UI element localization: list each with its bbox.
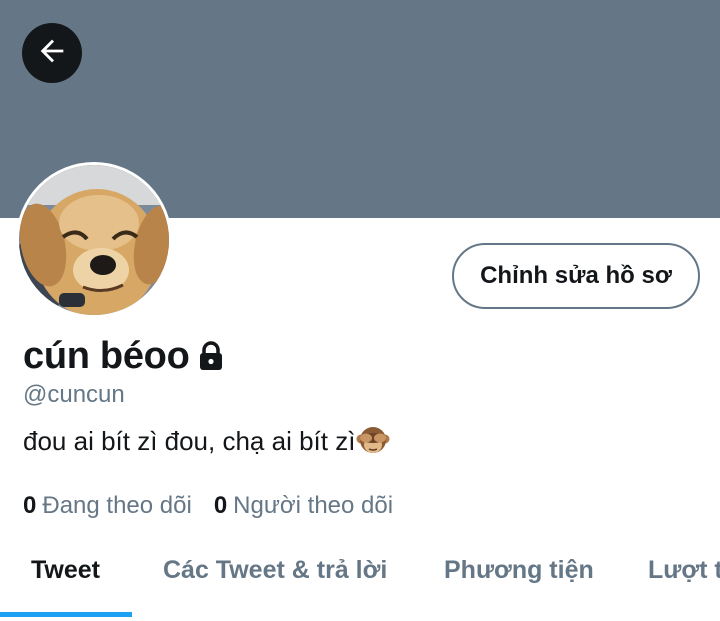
following-stat[interactable]: 0 Đang theo dõi bbox=[23, 492, 192, 520]
profile-page: Chỉnh sửa hồ sơ cún béoo @cuncun đou ai … bbox=[0, 0, 720, 621]
back-button[interactable] bbox=[22, 23, 82, 83]
tab-tweets[interactable]: Tweet bbox=[31, 556, 100, 585]
avatar[interactable] bbox=[16, 162, 172, 318]
user-handle: @cuncun bbox=[23, 381, 125, 408]
dog-photo bbox=[19, 165, 169, 315]
tab-tweets-and-replies[interactable]: Các Tweet & trả lời bbox=[163, 556, 387, 585]
tab-likes[interactable]: Lượt thích bbox=[648, 556, 720, 585]
following-count: 0 bbox=[23, 492, 37, 519]
edit-profile-button[interactable]: Chỉnh sửa hồ sơ bbox=[452, 243, 700, 309]
follow-stats: 0 Đang theo dõi 0 Người theo dõi bbox=[23, 492, 415, 520]
profile-tabs: Tweet Các Tweet & trả lời Phương tiện Lư… bbox=[0, 540, 720, 621]
following-label: Đang theo dõi bbox=[42, 492, 192, 519]
bio-text: đou ai bít zì đou, chạ ai bít zì bbox=[23, 425, 356, 456]
display-name: cún béoo bbox=[23, 334, 190, 377]
followers-label: Người theo dõi bbox=[233, 492, 394, 519]
followers-stat[interactable]: 0 Người theo dõi bbox=[214, 492, 393, 520]
see-no-evil-monkey-icon bbox=[356, 424, 390, 458]
lock-icon bbox=[196, 341, 226, 371]
tab-media[interactable]: Phương tiện bbox=[444, 556, 594, 585]
arrow-left-icon bbox=[35, 34, 69, 73]
active-tab-indicator bbox=[0, 612, 132, 617]
profile-bio: đou ai bít zì đou, chạ ai bít zì bbox=[23, 424, 390, 458]
name-row: cún béoo bbox=[23, 330, 226, 382]
followers-count: 0 bbox=[213, 492, 228, 519]
